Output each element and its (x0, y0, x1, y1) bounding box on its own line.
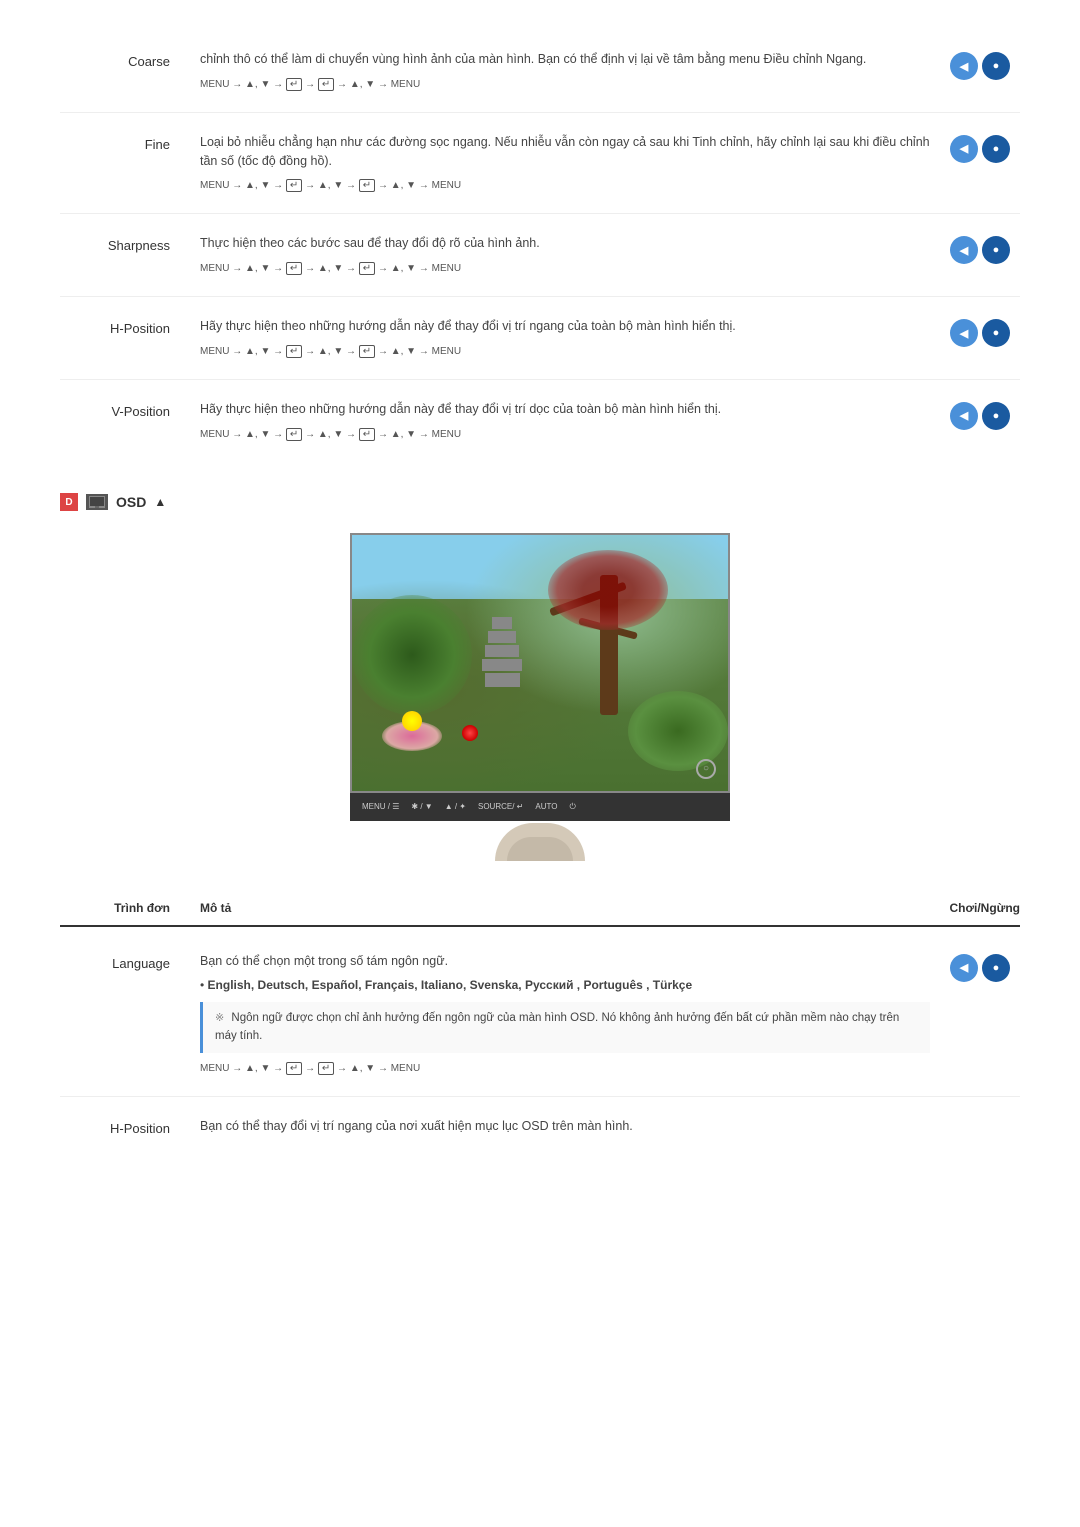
source-btn-label: ▲ / ✦ (445, 801, 466, 813)
menu-path-sharpness: MENU → ▲, ▼ → ↵ → ▲, ▼ → ↵ → ▲, ▼ → MENU (200, 261, 930, 276)
label-language: Language (60, 952, 200, 974)
monitor-icon (89, 496, 105, 508)
next-btn-coarse[interactable]: ● (982, 52, 1010, 80)
monitor-stand-assembly (350, 821, 730, 861)
desc-sharpness: Thực hiện theo các bước sau để thay đổi … (200, 234, 950, 276)
menu-path-hposition: MENU → ▲, ▼ → ↵ → ▲, ▼ → ↵ → ▲, ▼ → MENU (200, 344, 930, 359)
osd-table-header: Trình đơn Mô tả Chơi/Ngừng (60, 891, 1020, 927)
pagoda-base (485, 673, 520, 687)
next-btn-language[interactable]: ● (982, 954, 1010, 982)
label-fine: Fine (60, 133, 200, 155)
prev-btn-language[interactable]: ◀ (950, 954, 978, 982)
pagoda-tier-4 (482, 659, 522, 671)
next-btn-sharpness[interactable]: ● (982, 236, 1010, 264)
menu-btn-label: MENU / ☰ (362, 801, 399, 813)
prev-btn-hposition[interactable]: ◀ (950, 319, 978, 347)
desc-language: Bạn có thể chọn một trong số tám ngôn ng… (200, 952, 950, 1076)
btns-hposition-osd (950, 1117, 1020, 1119)
foliage-right (628, 691, 728, 771)
next-btn-vposition[interactable]: ● (982, 402, 1010, 430)
power-indicator: ○ (696, 759, 716, 779)
next-btn-fine[interactable]: ● (982, 135, 1010, 163)
desc-hposition-osd: Bạn có thể thay đổi vị trí ngang của nơi… (200, 1117, 950, 1142)
prev-btn-vposition[interactable]: ◀ (950, 402, 978, 430)
foliage-left (352, 595, 472, 715)
page-container: Coarse chỉnh thô có thể làm di chuyển vù… (60, 30, 1020, 1162)
settings-row-vposition: V-Position Hãy thực hiện theo những hướn… (60, 380, 1020, 462)
menu-path-fine: MENU → ▲, ▼ → ↵ → ▲, ▼ → ↵ → ▲, ▼ → MENU (200, 178, 930, 193)
label-hposition: H-Position (60, 317, 200, 339)
settings-row-sharpness: Sharpness Thực hiện theo các bước sau để… (60, 214, 1020, 297)
tree-foliage (548, 550, 668, 630)
desc-vposition: Hãy thực hiện theo những hướng dẫn này đ… (200, 400, 950, 442)
osd-row-language: Language Bạn có thể chọn một trong số tá… (60, 932, 1020, 1097)
monitor-screen: ○ (350, 533, 730, 793)
prev-btn-sharpness[interactable]: ◀ (950, 236, 978, 264)
settings-row-fine: Fine Loại bỏ nhiễu chẳng hạn như các đườ… (60, 113, 1020, 215)
btns-fine: ◀ ● (950, 133, 1020, 163)
label-hposition-osd: H-Position (60, 1117, 200, 1139)
power-btn-label: ⏻ (569, 801, 575, 813)
pagoda (482, 615, 522, 695)
pagoda-tier-3 (485, 645, 519, 657)
osd-col-header-play: Chơi/Ngừng (930, 899, 1020, 917)
monitor-controls-bar: MENU / ☰ ✱ / ▼ ▲ / ✦ SOURCE/ ↵ AUTO ⏻ (350, 793, 730, 821)
osd-title-arrow: ▲ (154, 493, 166, 511)
btns-hposition: ◀ ● (950, 317, 1020, 347)
menu-path-coarse: MENU → ▲, ▼ → ↵ → ↵ → ▲, ▼ → MENU (200, 77, 930, 92)
language-note: ※ Ngôn ngữ được chọn chỉ ảnh hưởng đến n… (200, 1002, 930, 1053)
osd-row-hposition: H-Position Bạn có thể thay đổi vị trí ng… (60, 1097, 1020, 1162)
brightness-btn-label: ✱ / ▼ (411, 801, 432, 813)
yellow-ball (402, 711, 422, 731)
language-options: English, Deutsch, Español, Français, Ita… (200, 976, 930, 994)
pagoda-tier-1 (492, 617, 512, 629)
red-ball (462, 725, 478, 741)
auto-btn-label: AUTO (535, 801, 557, 813)
menu-path-vposition: MENU → ▲, ▼ → ↵ → ▲, ▼ → ↵ → ▲, ▼ → MENU (200, 427, 930, 442)
osd-icon-box (86, 494, 108, 510)
btns-sharpness: ◀ ● (950, 234, 1020, 264)
label-vposition: V-Position (60, 400, 200, 422)
osd-title: OSD (116, 492, 146, 513)
prev-btn-fine[interactable]: ◀ (950, 135, 978, 163)
label-coarse: Coarse (60, 50, 200, 72)
label-sharpness: Sharpness (60, 234, 200, 256)
monitor-hand (495, 823, 585, 861)
btns-language: ◀ ● (950, 952, 1020, 982)
note-icon: ※ (215, 1012, 224, 1024)
hand-shape (495, 823, 585, 861)
osd-col-header-menu: Trình đơn (60, 899, 200, 917)
settings-row-hposition: H-Position Hãy thực hiện theo những hướn… (60, 297, 1020, 380)
btns-vposition: ◀ ● (950, 400, 1020, 430)
settings-row-coarse: Coarse chỉnh thô có thể làm di chuyển vù… (60, 30, 1020, 113)
osd-col-header-desc: Mô tả (200, 899, 930, 917)
osd-section: D OSD ▲ (60, 492, 1020, 1162)
hand-inner (507, 837, 573, 861)
desc-coarse: chỉnh thô có thể làm di chuyển vùng hình… (200, 50, 950, 92)
desc-fine: Loại bỏ nhiễu chẳng hạn như các đường sọ… (200, 133, 950, 194)
monitor-container: ○ MENU / ☰ ✱ / ▼ ▲ / ✦ SOURCE/ ↵ AUTO ⏻ (350, 533, 730, 861)
desc-hposition: Hãy thực hiện theo những hướng dẫn này đ… (200, 317, 950, 359)
next-btn-hposition[interactable]: ● (982, 319, 1010, 347)
osd-header: D OSD ▲ (60, 492, 1020, 513)
menu-path-language: MENU → ▲, ▼ → ↵ → ↵ → ▲, ▼ → MENU (200, 1061, 930, 1076)
settings-table: Coarse chỉnh thô có thể làm di chuyển vù… (60, 30, 1020, 462)
language-list: English, Deutsch, Español, Français, Ita… (200, 976, 930, 994)
prev-btn-coarse[interactable]: ◀ (950, 52, 978, 80)
osd-icon-d: D (60, 493, 78, 511)
osd-settings-table: Trình đơn Mô tả Chơi/Ngừng Language Bạn … (60, 891, 1020, 1162)
input-btn-label: SOURCE/ ↵ (478, 801, 523, 813)
btns-coarse: ◀ ● (950, 50, 1020, 80)
pagoda-tier-2 (488, 631, 516, 643)
